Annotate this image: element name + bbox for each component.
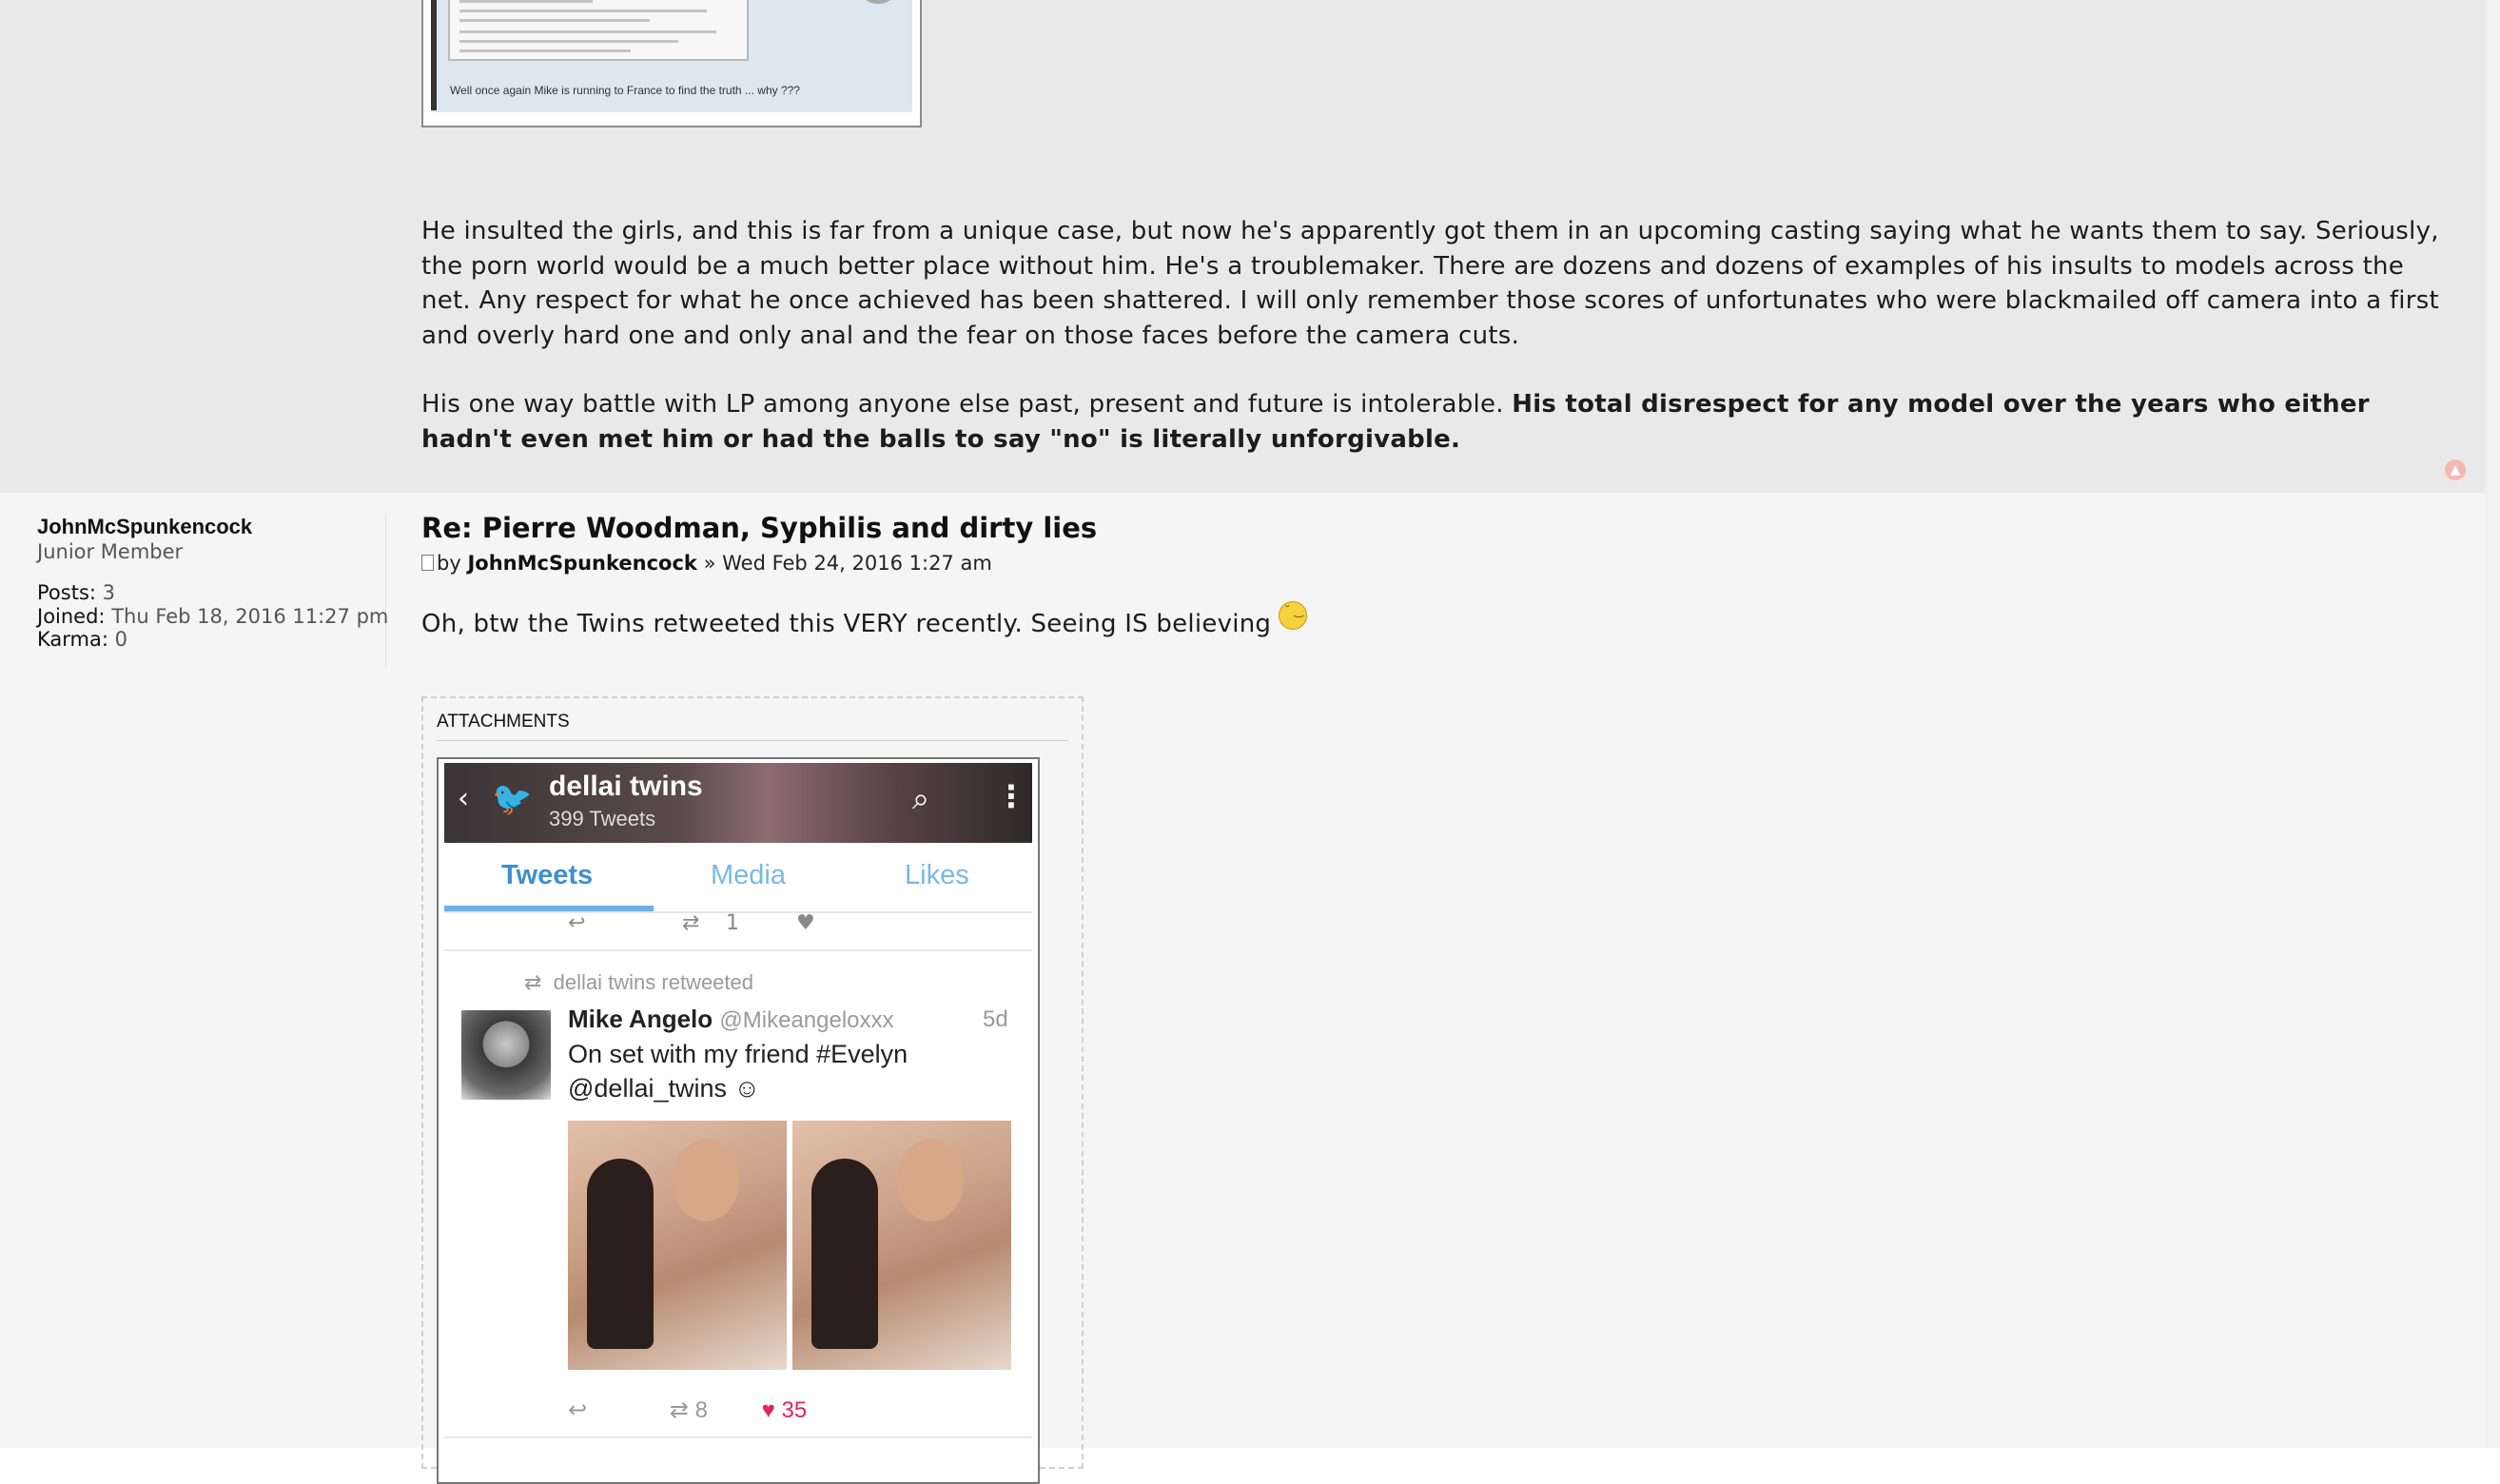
post-meta: by JohnMcSpunkencock » Wed Feb 24, 2016 … [421, 552, 992, 575]
tab-media: Media [711, 860, 786, 890]
post-paragraph: His one way battle with LP among anyone … [421, 390, 2370, 454]
like-count: 35 [781, 1397, 808, 1423]
profile-username[interactable]: JohnMcSpunkencock [37, 514, 385, 540]
tweet-time: 5d [983, 1006, 1008, 1032]
search-icon: ⌕ [912, 780, 929, 816]
reply-icon: ↩ [568, 911, 586, 935]
reply-icon: ↩ [568, 1397, 588, 1423]
back-arrow-icon: ‹ [458, 782, 469, 815]
tweet-user: Mike Angelo @Mikeangeloxxx [568, 1005, 894, 1033]
attachments-heading: ATTACHMENTS [437, 712, 1068, 741]
joined-label: Joined: [37, 604, 106, 628]
previous-tweet-actions: ↩ ⇄ 1 ♥ [444, 911, 1032, 951]
previous-attachment-image[interactable]: Well once again Mike is running to Franc… [421, 0, 922, 127]
posts-count[interactable]: 3 [103, 581, 115, 604]
retweet-icon: ⇄ [682, 911, 700, 935]
tweet-actions: ↩ ⇄ 8 ♥ 35 [568, 1396, 1006, 1424]
previous-post: Well once again Mike is running to Franc… [0, 0, 2485, 493]
post: JohnMcSpunkencock Junior Member Posts: 3… [0, 493, 2485, 1484]
attachment-image[interactable]: ‹ 🐦 dellai twins 399 Tweets ⌕ ⋮ Tweets M… [437, 757, 1040, 1484]
tab-tweets: Tweets [501, 860, 594, 890]
post-profile: JohnMcSpunkencock Junior Member Posts: 3… [37, 514, 389, 668]
like-icon: ♥ [796, 911, 815, 935]
karma-label: Karma: [37, 628, 108, 651]
twitter-account-name: dellai twins [549, 771, 703, 802]
avatar [461, 1010, 551, 1100]
retweet-count: 1 [726, 911, 739, 935]
posts-label: Posts: [37, 581, 96, 604]
twitter-bird-icon: 🐦 [492, 780, 533, 818]
post-content: Oh, btw the Twins retweeted this VERY re… [421, 601, 1308, 638]
post-title[interactable]: Re: Pierre Woodman, Syphilis and dirty l… [421, 512, 1097, 544]
post-link-icon[interactable] [421, 555, 434, 571]
karma-value: 0 [114, 628, 127, 651]
twitter-tabs: Tweets Media Likes [444, 843, 1032, 913]
more-vertical-icon: ⋮ [996, 778, 1026, 814]
post-paragraph: He insulted the girls, and this is far f… [421, 217, 2439, 350]
post-author[interactable]: JohnMcSpunkencock [467, 552, 696, 575]
attachment-box: ATTACHMENTS ‹ 🐦 dellai twins 399 Tweets … [421, 696, 1084, 1484]
tweet-text: On set with my friend #Evelyn @dellai_tw… [568, 1040, 908, 1103]
retweet-icon: ⇄ [669, 1397, 689, 1423]
back-to-top-icon[interactable]: ▲ [2445, 459, 2466, 480]
joined-date: Thu Feb 18, 2016 11:27 pm [111, 604, 389, 628]
twitter-header: ‹ 🐦 dellai twins 399 Tweets ⌕ ⋮ [444, 763, 1032, 843]
attachment-screenshot: Well once again Mike is running to Franc… [431, 0, 912, 112]
profile-rank: Junior Member [37, 540, 184, 563]
tweet-photo [792, 1121, 1011, 1370]
like-icon: ♥ [761, 1397, 775, 1423]
attachment-caption: Well once again Mike is running to Franc… [450, 84, 800, 97]
page-scrollbar[interactable] [2483, 0, 2500, 1448]
retweet-count: 8 [694, 1397, 708, 1423]
post-date: Wed Feb 24, 2016 1:27 am [722, 552, 992, 575]
tab-likes: Likes [905, 860, 969, 890]
tweet-count: 399 Tweets [549, 807, 656, 830]
smiley-icon: ☺ [733, 1074, 761, 1103]
retweeted-label: ⇄ dellai twins retweeted [524, 970, 754, 994]
retweet-icon: ⇄ [524, 970, 542, 994]
wink-smiley-icon [1279, 601, 1308, 630]
previous-post-content: He insulted the girls, and this is far f… [421, 214, 2457, 491]
profile-stats: Posts: 3 Joined: Thu Feb 18, 2016 11:27 … [37, 581, 389, 652]
tweet-photo [568, 1121, 787, 1370]
